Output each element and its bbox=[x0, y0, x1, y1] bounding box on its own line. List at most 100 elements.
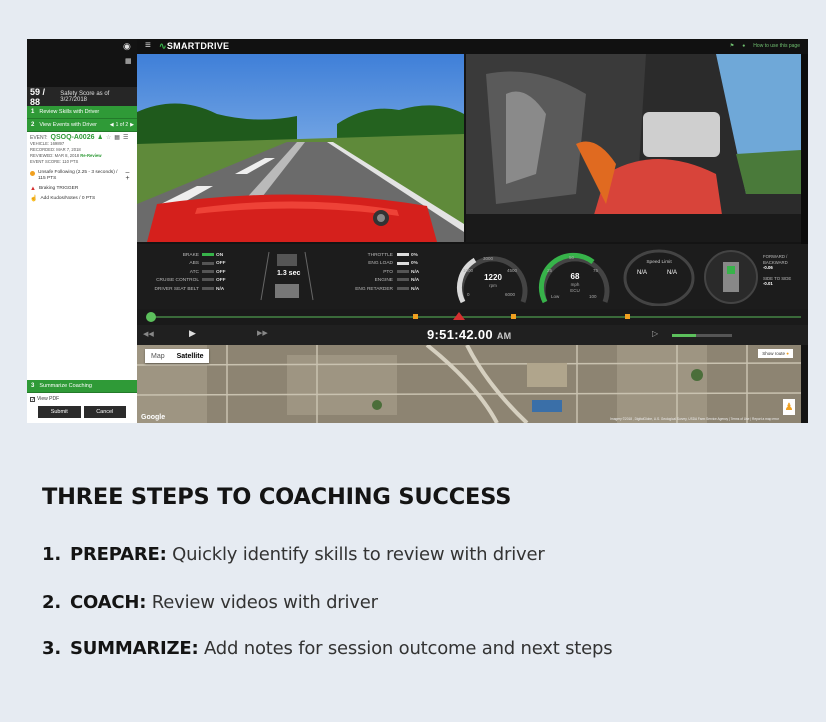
menu-icon[interactable]: ≡ bbox=[145, 40, 151, 51]
warning-icon: ▲ bbox=[30, 186, 36, 192]
flag-icon[interactable]: ⚑ bbox=[730, 43, 734, 49]
speed-source: ECU bbox=[570, 288, 580, 293]
left-signal-labels: BRAKE ABS ATC CRUISE CONTROL DRIVER SEAT… bbox=[139, 252, 199, 294]
step-text: Review videos with driver bbox=[151, 592, 378, 613]
step-title: PREPARE: bbox=[70, 544, 167, 565]
rpm-gauge: 3000 1000 4500 0 6000 1220 rpm bbox=[455, 248, 531, 306]
bell-icon[interactable]: ● bbox=[742, 43, 745, 49]
signal-value: N/A bbox=[216, 286, 225, 292]
volume-icon[interactable]: ▷ bbox=[652, 329, 658, 338]
speed-unit: mph bbox=[570, 282, 580, 287]
signal-value: OFF bbox=[216, 261, 226, 267]
event-pager: ◀ 1 of 2 ▶ bbox=[110, 122, 134, 128]
step-text: Add notes for session outcome and next s… bbox=[203, 638, 613, 659]
signal-label: ABS bbox=[189, 261, 199, 267]
add-icon[interactable]: – + bbox=[126, 169, 134, 182]
event-reviewed: REVIEWED: MAR 8, 2018 bbox=[30, 153, 80, 158]
coaching-panel: ◉ ▦ 59 / 88 Safety Score as of 3/27/2018… bbox=[27, 39, 137, 423]
event-item-add-kudos[interactable]: ☝ Add Kudos/Notes / 0 PTS bbox=[27, 194, 137, 204]
satellite-map[interactable]: Map Satellite Show route ● Google Imager… bbox=[137, 345, 801, 423]
person-icon[interactable]: ♟ bbox=[97, 135, 102, 141]
signal-label: PTO bbox=[383, 269, 393, 275]
signal-value: 0% bbox=[411, 253, 418, 258]
view-pdf-option[interactable]: ✓ View PDF bbox=[27, 393, 137, 405]
event-details: EVENT: QSOQ-A0026 ♟ ☆ ▦ ☰ VEHICLE: 16989… bbox=[27, 132, 137, 168]
safety-score-count: 59 / 88 bbox=[30, 86, 46, 107]
map-type-toggle: Map Satellite bbox=[145, 349, 210, 363]
signal-label: ENGINE bbox=[374, 278, 393, 284]
step-number: 1. bbox=[42, 544, 61, 565]
play-icon[interactable]: ▶ bbox=[189, 328, 196, 339]
event-timeline[interactable] bbox=[137, 309, 808, 325]
signal-label: THROTTLE bbox=[367, 253, 393, 258]
left-signal-values: ON OFF OFF OFF N/A bbox=[202, 252, 226, 294]
step-number: 1 bbox=[31, 109, 35, 115]
forward-value: -0.06 bbox=[763, 265, 773, 270]
step-title: SUMMARIZE: bbox=[70, 638, 199, 659]
list-icon[interactable]: ☰ bbox=[123, 135, 128, 141]
step-label: View Events with Driver bbox=[39, 122, 98, 128]
step-summarize-coaching[interactable]: 3 Summarize Coaching bbox=[27, 380, 137, 393]
step-text: Quickly identify skills to review with d… bbox=[172, 544, 545, 565]
step-number: 2. bbox=[42, 592, 61, 613]
view-pdf-checkbox[interactable]: ✓ bbox=[30, 396, 35, 402]
playback-time: 9:51:42.00 AM bbox=[427, 327, 511, 342]
event-pager-label: 1 of 2 bbox=[115, 122, 129, 128]
step-view-events[interactable]: 2 View Events with Driver ◀ 1 of 2 ▶ bbox=[27, 119, 137, 132]
skip-back-icon[interactable]: ◀◀ bbox=[143, 330, 154, 338]
driver-facing-video[interactable] bbox=[466, 54, 801, 242]
next-event-icon[interactable]: ▶ bbox=[130, 122, 134, 128]
event-item-unsafe-following[interactable]: Unsafe Following (2.25 - 3 seconds) / 11… bbox=[27, 168, 137, 184]
signal-bar bbox=[202, 278, 214, 282]
volume-slider[interactable] bbox=[672, 334, 732, 337]
playhead-handle[interactable] bbox=[146, 312, 156, 322]
signal-bar bbox=[397, 278, 409, 282]
gforce-readout: FORWARD / BACKWARD -0.06 SIDE TO SIDE -0… bbox=[763, 254, 807, 287]
help-link[interactable]: How to use this page bbox=[753, 43, 800, 49]
show-route-toggle[interactable]: Show route ● bbox=[758, 349, 793, 358]
volume-level bbox=[672, 334, 696, 337]
mid-signal-labels: THROTTLE ENG LOAD PTO ENGINE ENG RETARDE… bbox=[333, 252, 393, 294]
timeline-track bbox=[146, 312, 801, 322]
fast-forward-icon[interactable]: ▶▶ bbox=[257, 329, 268, 337]
road-facing-video[interactable] bbox=[137, 54, 464, 242]
step-coach: 2. COACH: Review videos with driver bbox=[42, 592, 378, 613]
tab-map[interactable]: Map bbox=[145, 353, 171, 360]
signal-value: 0% bbox=[411, 261, 418, 267]
step-number: 3 bbox=[31, 383, 35, 389]
submit-button[interactable]: Submit bbox=[38, 406, 81, 418]
cancel-button[interactable]: Cancel bbox=[83, 406, 126, 418]
signal-value: OFF bbox=[216, 269, 226, 275]
user-icon[interactable]: ◉ bbox=[123, 41, 131, 52]
app-header: ≡ ∿SMARTDRIVE ⚑ ● How to use this page bbox=[137, 39, 808, 54]
signal-value: ON bbox=[216, 253, 224, 258]
gauge-tick: 6000 bbox=[505, 292, 516, 297]
brand-logo[interactable]: ∿SMARTDRIVE bbox=[159, 41, 229, 52]
step-review-skills[interactable]: 1 Review Skills with Driver bbox=[27, 106, 137, 119]
tab-satellite[interactable]: Satellite bbox=[171, 353, 210, 360]
chart-icon[interactable]: ▦ bbox=[125, 57, 132, 65]
signal-bar bbox=[202, 261, 214, 265]
star-icon[interactable]: ☆ bbox=[106, 135, 111, 141]
event-item-braking-trigger[interactable]: ▲ Braking TRIGGER bbox=[27, 184, 137, 194]
mid-signal-values: 0% 0% N/A N/A N/A bbox=[397, 252, 419, 294]
speed-limit-gauge: Speed Limit N/A N/A bbox=[623, 248, 695, 306]
signal-label: BRAKE bbox=[182, 253, 199, 258]
prev-event-icon[interactable]: ◀ bbox=[110, 122, 114, 128]
step-title: COACH: bbox=[70, 592, 147, 613]
gauge-tick: 50 bbox=[569, 255, 575, 260]
re-review-link[interactable]: Re-Review bbox=[80, 153, 101, 158]
signal-bar bbox=[397, 270, 409, 274]
following-distance: 1.3 sec bbox=[277, 270, 301, 277]
rpm-value: 1220 bbox=[484, 273, 502, 282]
show-route-label: Show route bbox=[762, 351, 786, 356]
event-item-label: Braking TRIGGER bbox=[38, 186, 79, 191]
grid-icon[interactable]: ▦ bbox=[114, 135, 120, 141]
speed-limit-value: N/A bbox=[637, 270, 648, 276]
map-copyright[interactable]: Imagery ©2018 , DigitalGlobe, U.S. Geolo… bbox=[610, 417, 779, 421]
pegman-icon[interactable]: ♟ bbox=[783, 399, 795, 415]
privacy-blur bbox=[643, 112, 720, 157]
signal-label: ATC bbox=[189, 269, 199, 275]
signal-bar bbox=[397, 253, 409, 257]
gauge-tick: 100 bbox=[589, 294, 597, 299]
